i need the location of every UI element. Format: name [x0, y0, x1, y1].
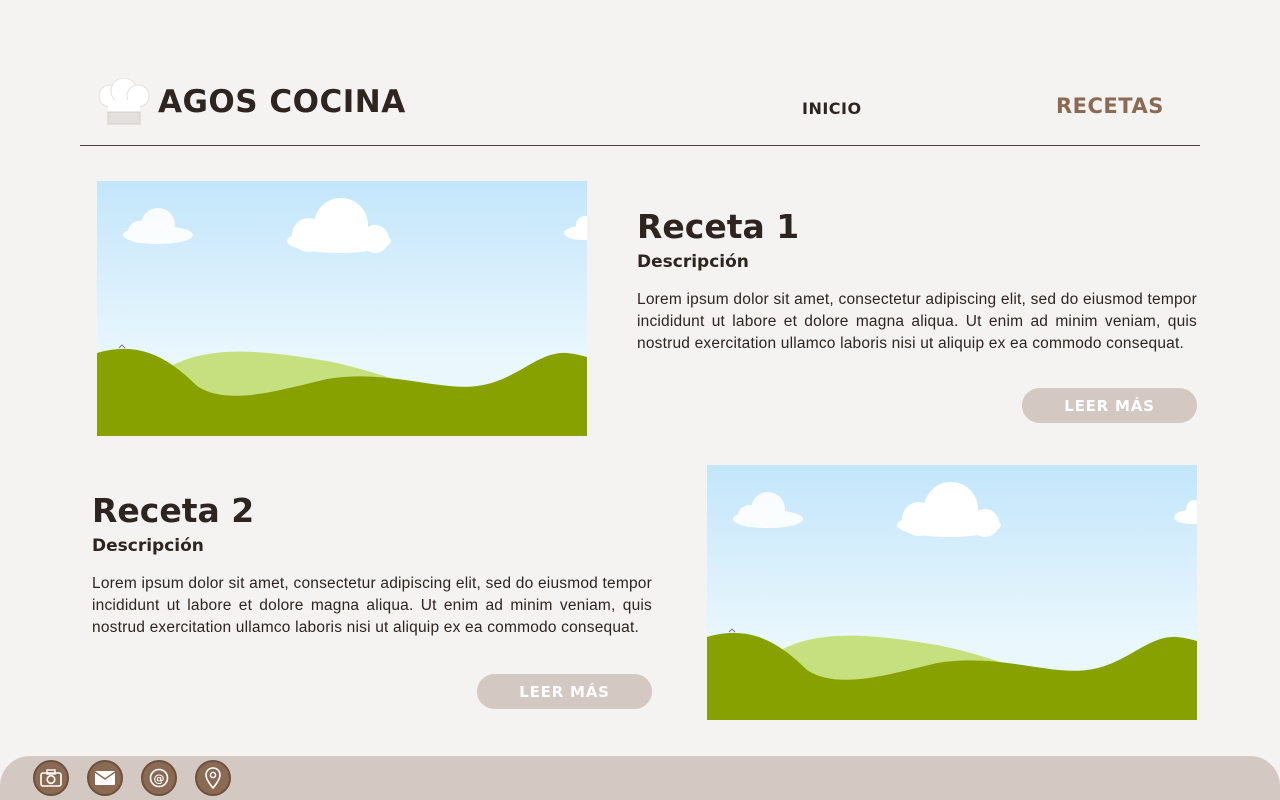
- mail-icon[interactable]: [87, 760, 123, 796]
- recipe-2-subtitle: Descripción: [92, 536, 204, 556]
- site-header: AGOS COCINA INICIO RECETAS: [80, 60, 1200, 146]
- svg-text:@: @: [154, 772, 165, 785]
- recipe-2-card: Receta 2 Descripción Lorem ipsum dolor s…: [92, 489, 652, 709]
- location-pin-icon[interactable]: [195, 760, 231, 796]
- camera-icon[interactable]: [33, 760, 69, 796]
- recipe-1-read-more-button[interactable]: LEER MÁS: [1022, 388, 1197, 423]
- nav-inicio[interactable]: INICIO: [802, 99, 862, 118]
- recipe-1-image: [97, 181, 587, 436]
- recipe-2-text: Lorem ipsum dolor sit amet, consectetur …: [92, 575, 652, 636]
- at-sign-icon[interactable]: @: [141, 760, 177, 796]
- recipe-1-card: Receta 1 Descripción Lorem ipsum dolor s…: [637, 205, 1197, 423]
- recipe-2-image: [707, 465, 1197, 720]
- chef-hat-icon: [98, 78, 150, 125]
- recipe-1-title: Receta 1: [637, 207, 800, 246]
- nav-recetas[interactable]: RECETAS: [1056, 94, 1164, 118]
- site-brand: AGOS COCINA: [158, 84, 406, 120]
- recipe-2-read-more-button[interactable]: LEER MÁS: [477, 674, 652, 709]
- recipe-1-text: Lorem ipsum dolor sit amet, consectetur …: [637, 291, 1197, 352]
- recipe-2-title: Receta 2: [92, 491, 255, 530]
- recipe-1-subtitle: Descripción: [637, 252, 749, 272]
- site-footer: @: [0, 756, 1280, 800]
